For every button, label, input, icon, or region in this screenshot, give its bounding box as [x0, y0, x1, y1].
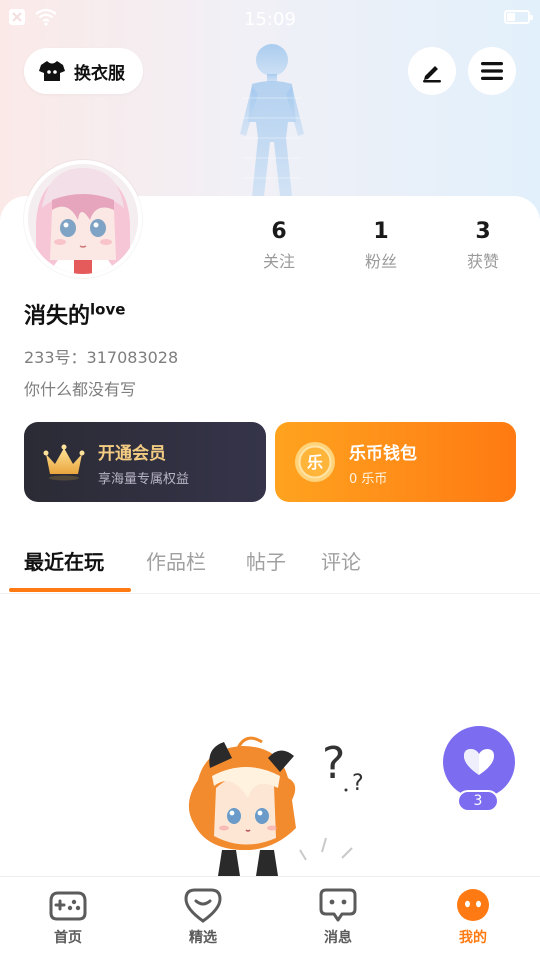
heart-icon — [464, 749, 494, 775]
coin-wallet-card[interactable]: 乐 乐币钱包 0 乐币 — [275, 422, 516, 502]
svg-text:?: ? — [322, 738, 345, 789]
nav-messages[interactable]: 消息 — [288, 887, 388, 947]
nav-home-label: 首页 — [54, 930, 82, 946]
nav-profile[interactable]: 我的 — [423, 887, 523, 947]
profile-face-icon — [457, 889, 489, 921]
username: 消失的love — [24, 298, 125, 330]
menu-button[interactable] — [468, 47, 516, 95]
following-stat[interactable]: 6 关注 — [239, 218, 319, 272]
nav-messages-label: 消息 — [324, 930, 352, 946]
tab-posts[interactable]: 帖子 — [246, 546, 286, 575]
empty-state-illustration: ? ? — [188, 736, 364, 876]
vip-membership-card[interactable]: 开通会员 享海量专属权益 — [24, 422, 266, 502]
followers-label: 粉丝 — [364, 252, 397, 271]
avatar[interactable] — [24, 160, 142, 278]
tab-comments[interactable]: 评论 — [321, 546, 361, 575]
bottom-navigation: 首页 精选 消息 我的 — [0, 876, 540, 960]
crown-icon — [43, 444, 85, 481]
tshirt-icon — [39, 61, 65, 81]
status-time: 15:09 — [244, 9, 296, 30]
battery-icon — [504, 10, 533, 24]
following-label: 关注 — [262, 252, 295, 271]
pen-icon — [423, 66, 441, 83]
avatar-3d-figure — [240, 44, 304, 196]
user-bio: 你什么都没有写 — [24, 380, 137, 399]
followers-stat[interactable]: 1 粉丝 — [341, 218, 421, 272]
dress-up-label: 换衣服 — [74, 63, 125, 84]
following-count: 6 — [271, 219, 287, 244]
followers-count: 1 — [373, 219, 389, 244]
active-tab-indicator — [9, 588, 131, 592]
username-main: 消失的 — [24, 304, 91, 329]
coin-icon: 乐 — [295, 442, 335, 482]
dress-up-button[interactable]: 换衣服 — [24, 48, 143, 94]
vip-title: 开通会员 — [98, 444, 166, 464]
vip-subtitle: 享海量专属权益 — [98, 472, 190, 487]
like-count-badge: 3 — [457, 790, 499, 812]
like-float-button[interactable] — [443, 726, 515, 798]
tab-recently-played[interactable]: 最近在玩 — [24, 546, 104, 575]
username-suffix: love — [90, 300, 126, 319]
nav-home[interactable]: 首页 — [18, 887, 118, 947]
edit-profile-button[interactable] — [408, 47, 456, 95]
svg-text:?: ? — [352, 771, 364, 796]
chat-icon — [319, 888, 357, 922]
nav-profile-label: 我的 — [459, 930, 487, 946]
tab-works[interactable]: 作品栏 — [146, 546, 206, 575]
nav-featured-label: 精选 — [189, 930, 217, 946]
likes-stat[interactable]: 3 获赞 — [443, 218, 523, 272]
status-bar: 15:09 — [0, 0, 540, 38]
gamepad-icon — [49, 891, 87, 921]
coin-glyph: 乐 — [307, 453, 323, 472]
heart-badge-icon — [184, 888, 222, 923]
avatar-illustration — [28, 164, 138, 274]
likes-label: 获赞 — [466, 252, 499, 271]
wallet-balance: 0 乐币 — [349, 472, 388, 487]
wallet-title: 乐币钱包 — [349, 444, 417, 464]
likes-count: 3 — [475, 219, 491, 244]
user-id: 233号：317083028 — [24, 348, 179, 367]
hamburger-menu-icon — [481, 62, 503, 80]
profile-tabs: 最近在玩 作品栏 帖子 评论 — [0, 540, 540, 594]
nav-featured[interactable]: 精选 — [153, 887, 253, 947]
